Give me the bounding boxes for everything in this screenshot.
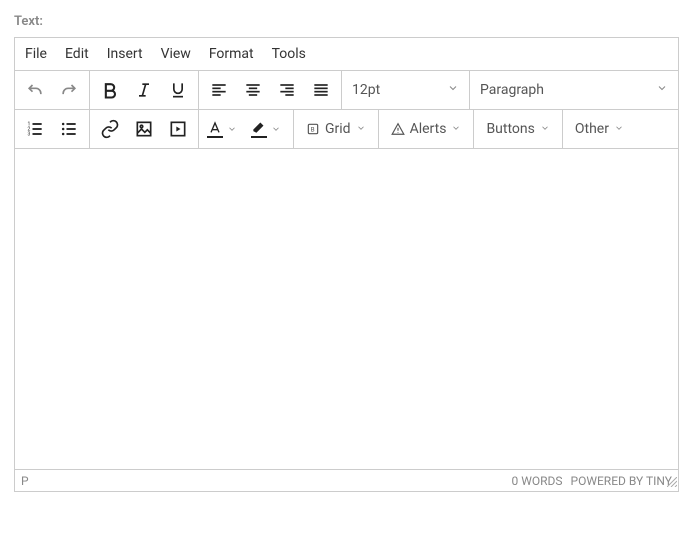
bold-icon [100, 80, 120, 100]
grid-icon: B [306, 122, 320, 136]
align-justify-icon [311, 80, 331, 100]
other-menu-button[interactable]: Other [567, 113, 632, 145]
align-center-button[interactable] [237, 74, 269, 106]
menu-insert[interactable]: Insert [107, 46, 143, 62]
resize-handle[interactable] [667, 476, 677, 490]
numbered-list-button[interactable]: 123 [19, 113, 51, 145]
image-icon [134, 119, 154, 139]
underline-button[interactable] [162, 74, 194, 106]
rich-text-editor: File Edit Insert View Format Tools [14, 37, 679, 492]
link-button[interactable] [94, 113, 126, 145]
chevron-down-icon [540, 121, 550, 137]
bold-button[interactable] [94, 74, 126, 106]
chevron-down-icon [223, 124, 241, 134]
menu-format[interactable]: Format [209, 46, 254, 62]
word-count[interactable]: 0 WORDS [511, 474, 562, 488]
text-color-icon [207, 120, 223, 134]
chevron-down-icon [267, 124, 285, 134]
bulleted-list-icon [59, 119, 79, 139]
editor-content[interactable] [15, 149, 678, 469]
svg-text:B: B [311, 125, 315, 133]
align-justify-button[interactable] [305, 74, 337, 106]
grid-label: Grid [325, 121, 351, 137]
element-path[interactable]: P [21, 474, 29, 488]
undo-icon [25, 80, 45, 100]
underline-icon [168, 80, 188, 100]
toolbar-row-2: 123 [15, 110, 678, 149]
grid-menu-button[interactable]: B Grid [298, 113, 374, 145]
link-icon [100, 119, 120, 139]
align-right-icon [277, 80, 297, 100]
alerts-label: Alerts [410, 121, 447, 137]
chevron-down-icon [451, 121, 461, 137]
other-label: Other [575, 121, 609, 137]
redo-button[interactable] [53, 74, 85, 106]
menu-tools[interactable]: Tools [272, 46, 306, 62]
chevron-down-icon [447, 82, 459, 98]
highlight-color-swatch [251, 136, 267, 138]
highlight-icon [251, 120, 267, 134]
toolbar-row-1: 12pt Paragraph [15, 71, 678, 110]
bulleted-list-button[interactable] [53, 113, 85, 145]
numbered-list-icon: 123 [25, 119, 45, 139]
image-button[interactable] [128, 113, 160, 145]
menubar: File Edit Insert View Format Tools [15, 38, 678, 71]
menu-edit[interactable]: Edit [65, 46, 89, 62]
highlight-color-button[interactable] [247, 113, 289, 145]
alert-icon [391, 122, 405, 136]
buttons-menu-button[interactable]: Buttons [478, 113, 557, 145]
align-right-button[interactable] [271, 74, 303, 106]
font-size-select[interactable]: 12pt [342, 71, 470, 109]
block-format-select[interactable]: Paragraph [470, 71, 678, 109]
svg-text:3: 3 [28, 132, 31, 138]
media-button[interactable] [162, 113, 194, 145]
branding[interactable]: POWERED BY TINY [571, 474, 673, 488]
undo-button[interactable] [19, 74, 51, 106]
chevron-down-icon [656, 82, 668, 98]
menu-view[interactable]: View [161, 46, 191, 62]
menu-file[interactable]: File [25, 46, 47, 62]
text-color-swatch [207, 136, 223, 138]
redo-icon [59, 80, 79, 100]
italic-icon [134, 80, 154, 100]
align-center-icon [243, 80, 263, 100]
alerts-menu-button[interactable]: Alerts [383, 113, 470, 145]
chevron-down-icon [356, 121, 366, 137]
buttons-label: Buttons [486, 121, 534, 137]
align-left-icon [209, 80, 229, 100]
chevron-down-icon [614, 121, 624, 137]
media-icon [168, 119, 188, 139]
font-size-value: 12pt [352, 82, 380, 98]
block-format-value: Paragraph [480, 82, 544, 98]
resize-icon [667, 477, 677, 487]
statusbar: P 0 WORDS POWERED BY TINY [15, 469, 678, 491]
field-label: Text: [14, 14, 671, 29]
italic-button[interactable] [128, 74, 160, 106]
text-color-button[interactable] [203, 113, 245, 145]
align-left-button[interactable] [203, 74, 235, 106]
